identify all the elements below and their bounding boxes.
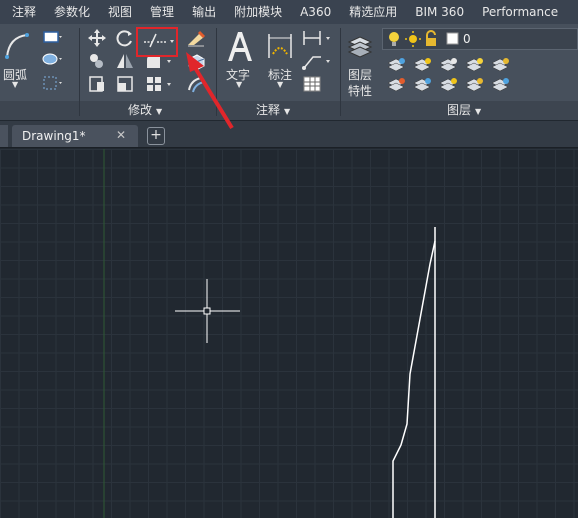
file-tab-drawing1[interactable]: Drawing1* ✕ — [12, 125, 138, 147]
scale-button[interactable] — [114, 74, 136, 94]
tab-view[interactable]: 视图 — [99, 0, 141, 24]
text-button[interactable] — [222, 26, 258, 66]
array-icon — [147, 77, 171, 91]
linear-dimension-icon — [303, 31, 330, 45]
table-icon — [303, 76, 321, 92]
erase-icon — [188, 30, 206, 47]
current-layer-name: 0 — [463, 32, 471, 46]
file-tab-edge — [0, 125, 8, 147]
layer-state-icons — [389, 30, 459, 47]
move-icon — [88, 29, 106, 47]
dimension-button[interactable] — [264, 28, 296, 64]
file-tab-label: Drawing1* — [22, 129, 86, 143]
tab-manage[interactable]: 管理 — [141, 0, 183, 24]
linear-dimension-button[interactable] — [300, 28, 334, 48]
leader-icon — [302, 56, 330, 70]
close-icon[interactable]: ✕ — [116, 128, 126, 142]
arc-button[interactable] — [2, 28, 32, 64]
rectangle-button[interactable] — [40, 28, 64, 46]
panel-separator — [216, 28, 217, 116]
scale-icon — [117, 76, 133, 92]
rectangle-icon — [43, 31, 62, 43]
layer-tools-icons — [387, 58, 509, 92]
lock-icon — [426, 30, 436, 46]
mirror-button[interactable] — [114, 51, 136, 71]
tab-output[interactable]: 输出 — [183, 0, 225, 24]
explode-icon — [188, 54, 205, 71]
stretch-button[interactable] — [86, 74, 108, 94]
layer-properties-icon — [347, 36, 373, 58]
new-tab-button[interactable]: + — [147, 127, 165, 145]
copy-icon — [90, 54, 103, 68]
tab-annotate[interactable]: 注释 — [0, 0, 45, 24]
mirror-icon — [117, 54, 133, 68]
arc-icon — [5, 33, 29, 59]
hatch-icon — [42, 53, 62, 65]
ribbon-tab-bar: 注释 参数化 视图 管理 输出 附加模块 A360 精选应用 BIM 360 P… — [0, 0, 578, 24]
file-tab-bar: Drawing1* ✕ + — [0, 121, 578, 148]
panel-separator — [340, 28, 341, 116]
offset-icon — [188, 77, 205, 93]
layers-panel-title[interactable]: 图层 ▼ — [447, 101, 481, 119]
rotate-icon — [116, 30, 132, 47]
text-icon — [228, 32, 252, 61]
panel-separator — [79, 28, 80, 116]
tab-addins[interactable]: 附加模块 — [225, 0, 291, 24]
copy-button[interactable] — [86, 51, 108, 71]
highlight-box — [136, 27, 178, 57]
drawing-canvas[interactable] — [0, 149, 578, 518]
move-button[interactable] — [86, 28, 108, 48]
erase-button[interactable] — [184, 28, 208, 48]
text-dropdown-icon[interactable]: ▼ — [236, 80, 242, 89]
layer-tools-grid — [382, 53, 578, 95]
boundary-button[interactable] — [40, 74, 64, 92]
layer-properties-label-2: 特性 — [348, 84, 373, 98]
canvas-drawing — [103, 149, 436, 518]
annotation-panel-title[interactable]: 注释 ▼ — [256, 101, 290, 119]
arc-dropdown-icon[interactable]: ▼ — [12, 80, 18, 89]
layer-properties-label-1: 图层 — [348, 68, 373, 82]
tab-performance[interactable]: Performance — [473, 0, 567, 24]
modify-panel-title[interactable]: 修改 ▼ — [128, 101, 162, 119]
table-button[interactable] — [300, 74, 324, 94]
tab-a360[interactable]: A360 — [291, 0, 340, 24]
tab-featured-apps[interactable]: 精选应用 — [340, 0, 406, 24]
stretch-icon — [89, 76, 104, 92]
explode-button[interactable] — [184, 51, 208, 71]
drawn-polyline[interactable] — [392, 227, 436, 518]
ribbon: 圆弧 ▼ 修改 ▼ 文字 ▼ 标注 ▼ 注释 ▼ 图层 特性 0 图层 ▼ — [0, 24, 578, 120]
sun-icon — [405, 31, 421, 47]
offset-button[interactable] — [184, 74, 208, 94]
layer-dropdown[interactable]: 0 — [382, 28, 578, 50]
layer-properties-button[interactable] — [344, 28, 376, 64]
crosshair-cursor — [175, 279, 240, 343]
rotate-button[interactable] — [114, 28, 136, 48]
boundary-icon — [43, 76, 62, 90]
tab-bim360[interactable]: BIM 360 — [406, 0, 473, 24]
array-button[interactable] — [142, 74, 176, 94]
layer-color-swatch — [446, 32, 459, 45]
leader-button[interactable] — [300, 51, 334, 71]
hatch-button[interactable] — [40, 50, 64, 68]
lightbulb-icon — [389, 32, 399, 46]
dimension-icon — [268, 34, 292, 58]
dimension-dropdown-icon[interactable]: ▼ — [277, 80, 283, 89]
tab-parametric[interactable]: 参数化 — [45, 0, 99, 24]
